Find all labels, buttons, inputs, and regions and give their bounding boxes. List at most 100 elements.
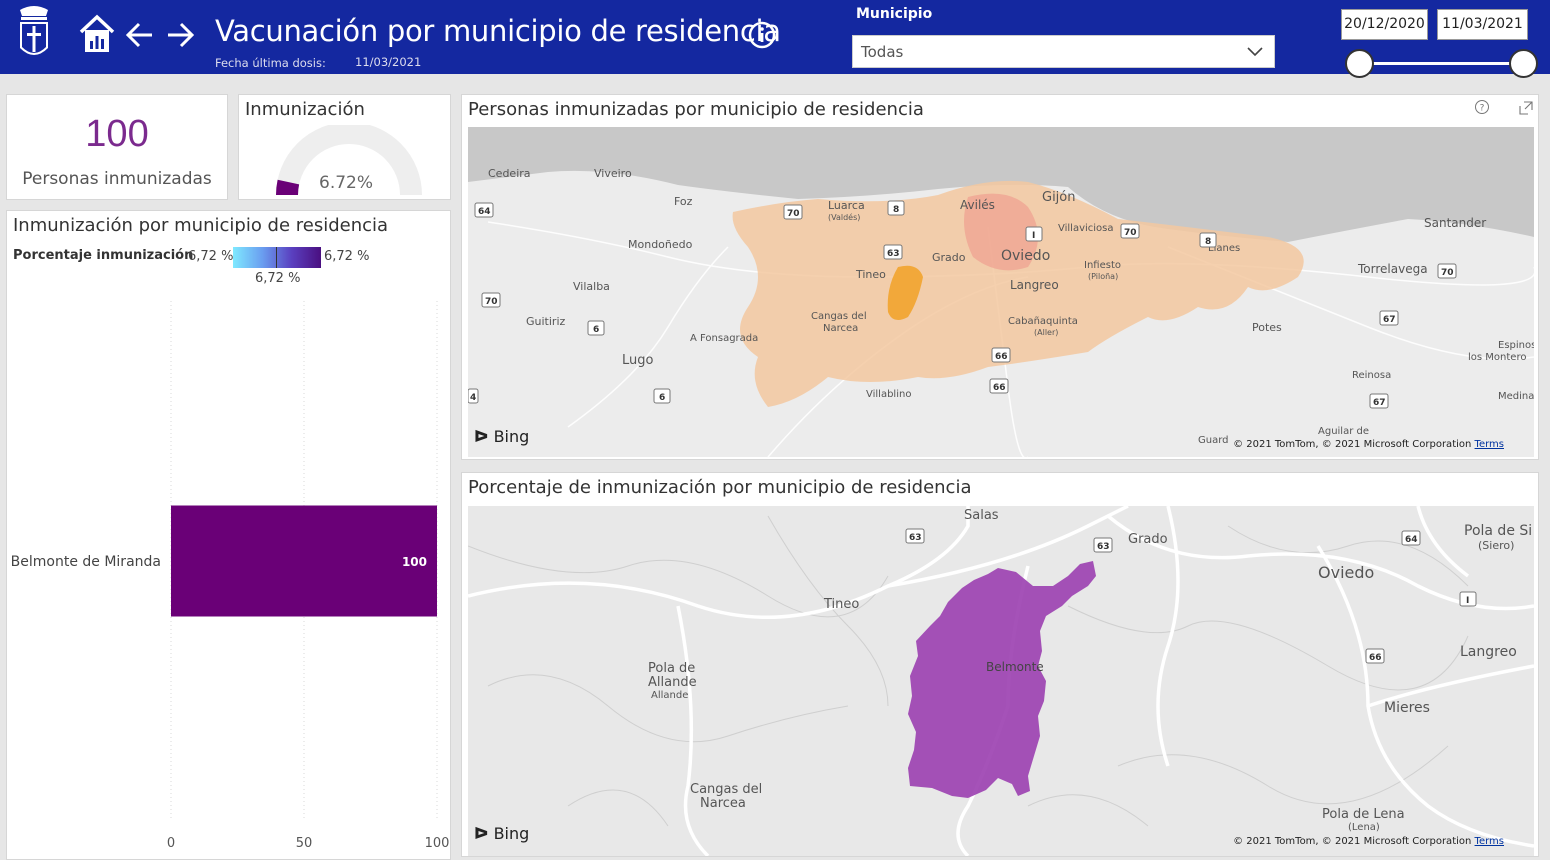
map1-copyright: © 2021 TomTom, © 2021 Microsoft Corporat… (1233, 439, 1504, 450)
map1-title: Personas inmunizadas por municipio de re… (468, 99, 924, 120)
last-dose-date-value: 11/03/2021 (355, 55, 422, 69)
map2-card: Porcentaje de inmunización por municipio… (461, 472, 1539, 857)
svg-text:Lugo: Lugo (622, 353, 654, 368)
svg-text:6: 6 (659, 393, 665, 403)
copyright-text: © 2021 TomTom, © 2021 Microsoft Corporat… (1233, 836, 1472, 847)
x-tick-label: 0 (167, 836, 175, 851)
svg-text:64: 64 (478, 207, 491, 217)
svg-text:I: I (1466, 596, 1469, 606)
svg-text:Viveiro: Viveiro (594, 167, 632, 180)
svg-text:Narcea: Narcea (700, 796, 746, 811)
svg-text:Potes: Potes (1252, 321, 1282, 334)
forward-arrow-icon[interactable] (165, 20, 195, 50)
svg-text:70: 70 (485, 297, 498, 307)
legend-label: Porcentaje inmunización (13, 248, 194, 263)
help-icon[interactable]: ? (1474, 99, 1490, 115)
svg-text:Pola de Lena: Pola de Lena (1322, 807, 1405, 822)
map2-copyright: © 2021 TomTom, © 2021 Microsoft Corporat… (1233, 836, 1504, 847)
svg-text:(Valdés): (Valdés) (828, 212, 860, 222)
svg-text:66: 66 (1369, 653, 1382, 663)
svg-text:Cedeira: Cedeira (488, 167, 531, 180)
gauge-value: 6.72% (319, 173, 374, 193)
svg-text:(Piloña): (Piloña) (1088, 272, 1118, 281)
svg-text:Avilés: Avilés (960, 198, 995, 212)
terms-link[interactable]: Terms (1475, 836, 1504, 847)
category-label: Belmonte de Miranda (11, 554, 161, 570)
svg-text:Cangas del: Cangas del (690, 782, 762, 797)
map2-basemap: Salas Grado Pola de Si(Siero) Oviedo Tineo… (468, 506, 1534, 856)
legend-max-value: 6,72 % (324, 249, 370, 264)
svg-text:Espinosa de: Espinosa de (1498, 340, 1534, 351)
svg-text:Narcea: Narcea (823, 323, 858, 334)
chevron-down-icon (1247, 47, 1263, 57)
svg-text:Allande: Allande (648, 675, 697, 690)
svg-text:Medina de: Medina de (1498, 391, 1534, 402)
svg-text:Mieres: Mieres (1384, 700, 1430, 716)
svg-text:Belmonte: Belmonte (986, 660, 1044, 674)
focus-mode-icon[interactable] (1518, 100, 1534, 116)
date-slider-start-handle[interactable] (1345, 49, 1374, 78)
municipio-dropdown[interactable]: Todas (852, 35, 1275, 68)
svg-text:Santander: Santander (1424, 216, 1486, 230)
copyright-text: © 2021 TomTom, © 2021 Microsoft Corporat… (1233, 439, 1472, 450)
x-tick-label: 50 (296, 836, 313, 851)
map1-canvas[interactable]: Cedeira Viveiro Foz Luarca (Valdés) Avilés G… (468, 127, 1534, 457)
page-title: Vacunación por municipio de residencia (215, 14, 781, 48)
svg-text:Villablino: Villablino (866, 389, 911, 400)
date-slider-end-handle[interactable] (1509, 49, 1538, 78)
svg-text:Vilalba: Vilalba (573, 280, 610, 293)
legend-mid-value: 6,72 % (255, 271, 301, 286)
svg-text:Langreo: Langreo (1460, 644, 1517, 660)
kpi-card: 100 Personas inmunizadas (6, 94, 228, 200)
date-range-slider-track[interactable] (1358, 62, 1524, 65)
legend-min-value: 6,72 % (188, 249, 234, 264)
gauge-title: Inmunización (245, 99, 365, 120)
municipio-filter-label: Municipio (856, 6, 933, 22)
svg-text:Grado: Grado (1128, 532, 1168, 547)
svg-text:64: 64 (1405, 535, 1418, 545)
home-icon[interactable] (79, 14, 115, 54)
terms-link[interactable]: Terms (1475, 439, 1504, 450)
svg-text:63: 63 (909, 533, 922, 543)
svg-text:Infiesto: Infiesto (1084, 260, 1121, 271)
municipio-selected-value: Todas (861, 43, 904, 61)
svg-text:?: ? (1480, 104, 1485, 114)
gauge-card: Inmunización 6.72% (238, 94, 451, 200)
svg-text:Oviedo: Oviedo (1001, 248, 1050, 264)
svg-text:Foz: Foz (674, 195, 693, 208)
svg-text:Salas: Salas (964, 508, 999, 523)
start-date-input[interactable]: 20/12/2020 (1341, 9, 1428, 40)
header-bar: Vacunación por municipio de residencia F… (0, 0, 1550, 78)
asturias-coat-of-arms-logo (20, 6, 48, 55)
svg-text:Torrelavega: Torrelavega (1357, 262, 1428, 276)
svg-text:Villaviciosa: Villaviciosa (1058, 223, 1114, 234)
svg-text:Gijón: Gijón (1042, 190, 1076, 205)
kpi-value: 100 (85, 113, 149, 155)
svg-text:67: 67 (1383, 315, 1396, 325)
svg-text:Pola de Si: Pola de Si (1464, 523, 1532, 539)
kpi-label: Personas inmunizadas (22, 169, 212, 189)
svg-text:Tineo: Tineo (855, 268, 886, 281)
bar-chart-card: Inmunización por municipio de residencia… (6, 210, 451, 860)
info-icon[interactable] (748, 21, 776, 49)
svg-text:(Lena): (Lena) (1348, 822, 1380, 833)
svg-text:Aguilar de: Aguilar de (1318, 426, 1369, 437)
legend-mid-marker (276, 247, 277, 268)
legend-color-gradient (233, 247, 321, 268)
svg-text:70: 70 (1441, 268, 1454, 278)
end-date-input[interactable]: 11/03/2021 (1437, 9, 1528, 40)
bing-label: Bing (493, 824, 530, 843)
back-arrow-icon[interactable] (125, 20, 155, 50)
svg-text:6: 6 (593, 325, 599, 335)
svg-text:A Fonsagrada: A Fonsagrada (690, 333, 758, 344)
svg-text:Langreo: Langreo (1010, 278, 1059, 292)
svg-text:Luarca: Luarca (828, 199, 865, 212)
svg-text:(Aller): (Aller) (1034, 328, 1058, 337)
map2-canvas[interactable]: Salas Grado Pola de Si (Siero) Oviedo Tineo… (468, 506, 1534, 856)
svg-text:Cangas del: Cangas del (811, 311, 867, 322)
svg-text:8: 8 (1205, 237, 1211, 247)
svg-text:70: 70 (1124, 228, 1137, 238)
svg-text:Pola de: Pola de (648, 661, 695, 676)
bing-label: Bing (493, 427, 530, 446)
bar-chart-plot: 0 50 100 Belmonte de Miranda 100 (11, 301, 449, 851)
